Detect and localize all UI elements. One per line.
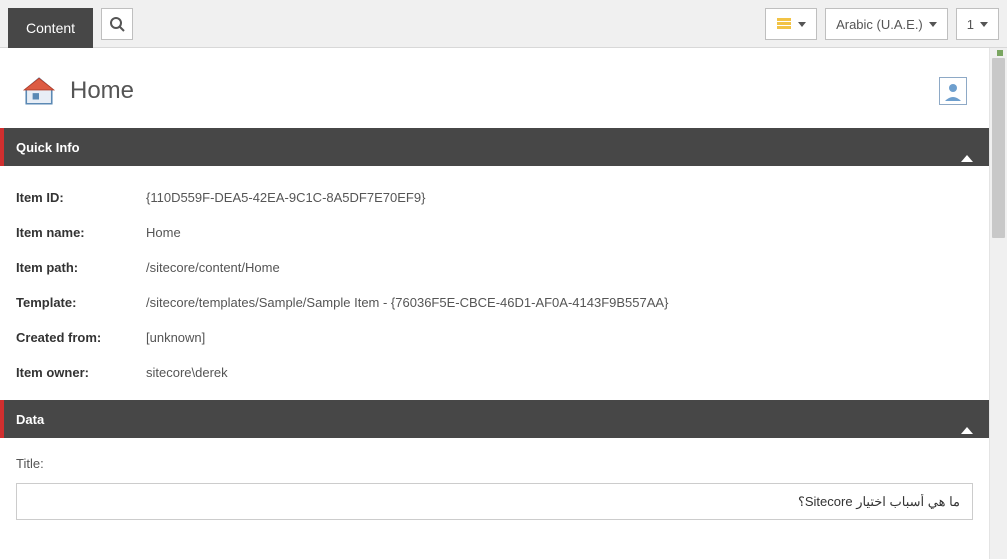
section-quick-info-header[interactable]: Quick Info: [0, 128, 989, 166]
value-item-path: /sitecore/content/Home: [146, 260, 280, 275]
search-icon: [109, 16, 125, 32]
toolbar-right-group: Arabic (U.A.E.) 1: [765, 8, 999, 40]
label-item-owner: Item owner:: [16, 365, 146, 380]
item-avatar[interactable]: [939, 77, 967, 105]
chevron-up-icon: [961, 412, 973, 427]
chevron-down-icon: [798, 22, 806, 27]
field-label-title: Title:: [16, 456, 973, 471]
row-template: Template: /sitecore/templates/Sample/Sam…: [16, 285, 973, 320]
content-viewport: Home Quick Info Item ID: {110D559F-DEA5-…: [0, 48, 989, 559]
scrollbar-thumb[interactable]: [992, 58, 1005, 238]
page-title: Home: [70, 77, 134, 105]
language-selector[interactable]: Arabic (U.A.E.): [825, 8, 948, 40]
validation-icon: [776, 16, 792, 32]
chevron-down-icon: [929, 22, 937, 27]
label-item-name: Item name:: [16, 225, 146, 240]
row-item-path: Item path: /sitecore/content/Home: [16, 250, 973, 285]
search-button[interactable]: [101, 8, 133, 40]
scrollbar[interactable]: [989, 48, 1007, 559]
row-item-name: Item name: Home: [16, 215, 973, 250]
row-created-from: Created from: [unknown]: [16, 320, 973, 355]
language-label: Arabic (U.A.E.): [836, 17, 923, 32]
version-selector[interactable]: 1: [956, 8, 999, 40]
section-data-header[interactable]: Data: [0, 400, 989, 438]
value-item-owner: sitecore\derek: [146, 365, 228, 380]
value-item-name: Home: [146, 225, 181, 240]
validation-marker-icon: [997, 50, 1003, 56]
home-icon: [22, 74, 56, 108]
quick-info-body: Item ID: {110D559F-DEA5-42EA-9C1C-8A5DF7…: [0, 166, 989, 400]
data-body: Title:: [0, 438, 989, 544]
label-template: Template:: [16, 295, 146, 310]
value-template: /sitecore/templates/Sample/Sample Item -…: [146, 295, 668, 310]
row-item-id: Item ID: {110D559F-DEA5-42EA-9C1C-8A5DF7…: [16, 180, 973, 215]
label-item-id: Item ID:: [16, 190, 146, 205]
row-item-owner: Item owner: sitecore\derek: [16, 355, 973, 390]
value-created-from: [unknown]: [146, 330, 205, 345]
section-title: Quick Info: [16, 140, 80, 155]
version-label: 1: [967, 17, 974, 32]
section-title: Data: [16, 412, 44, 427]
item-header: Home: [0, 48, 989, 128]
tab-content[interactable]: Content: [8, 8, 93, 48]
title-field[interactable]: [16, 483, 973, 520]
value-item-id: {110D559F-DEA5-42EA-9C1C-8A5DF7E70EF9}: [146, 190, 425, 205]
validation-button[interactable]: [765, 8, 817, 40]
chevron-down-icon: [980, 22, 988, 27]
label-item-path: Item path:: [16, 260, 146, 275]
person-icon: [943, 81, 963, 101]
top-toolbar: Content Arabic (U.A.E.) 1: [0, 0, 1007, 48]
label-created-from: Created from:: [16, 330, 146, 345]
chevron-up-icon: [961, 140, 973, 155]
